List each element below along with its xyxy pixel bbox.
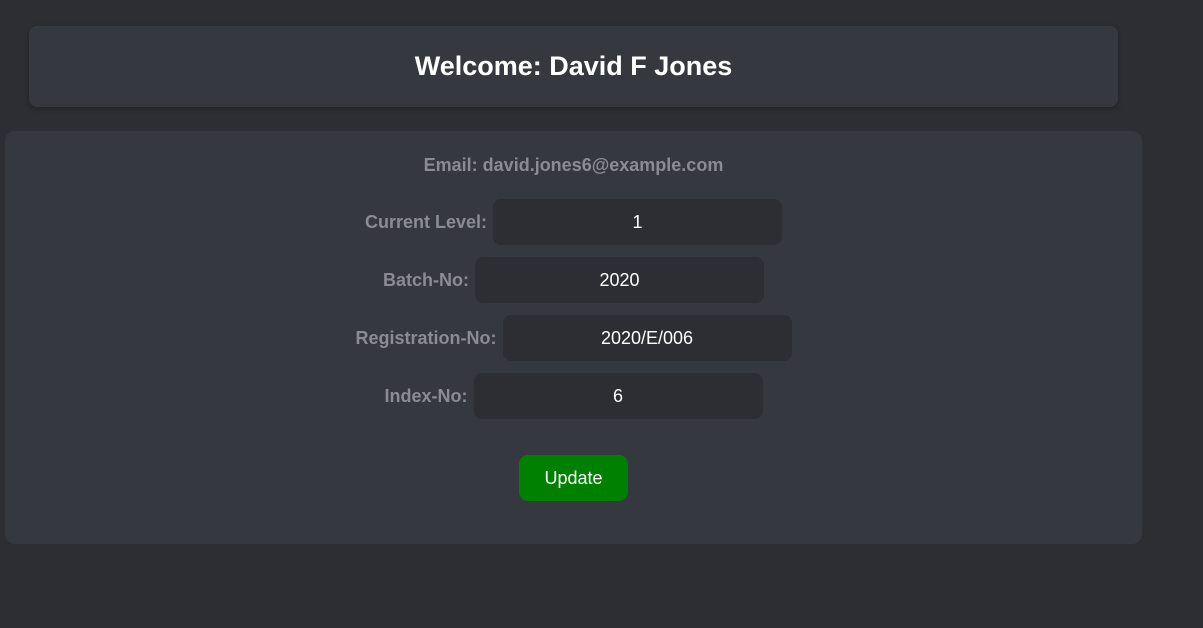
batch-no-row: Batch-No: <box>5 257 1142 303</box>
registration-no-row: Registration-No: <box>5 315 1142 361</box>
registration-no-label: Registration-No: <box>355 327 497 348</box>
email-text: Email: david.jones6@example.com <box>423 155 724 175</box>
current-level-label: Current Level: <box>364 211 488 232</box>
welcome-header: Welcome: David F Jones <box>29 26 1118 107</box>
index-no-row: Index-No: <box>5 373 1142 419</box>
index-no-label: Index-No: <box>384 385 468 406</box>
update-button[interactable]: Update <box>519 455 628 501</box>
current-level-row: Current Level: <box>5 199 1142 245</box>
current-level-input[interactable] <box>493 199 783 245</box>
index-no-input[interactable] <box>473 373 763 419</box>
welcome-title: Welcome: David F Jones <box>414 51 733 81</box>
batch-no-input[interactable] <box>475 257 764 303</box>
profile-card: Email: david.jones6@example.com Current … <box>5 131 1142 544</box>
batch-no-label: Batch-No: <box>383 269 469 290</box>
registration-no-input[interactable] <box>502 315 792 361</box>
